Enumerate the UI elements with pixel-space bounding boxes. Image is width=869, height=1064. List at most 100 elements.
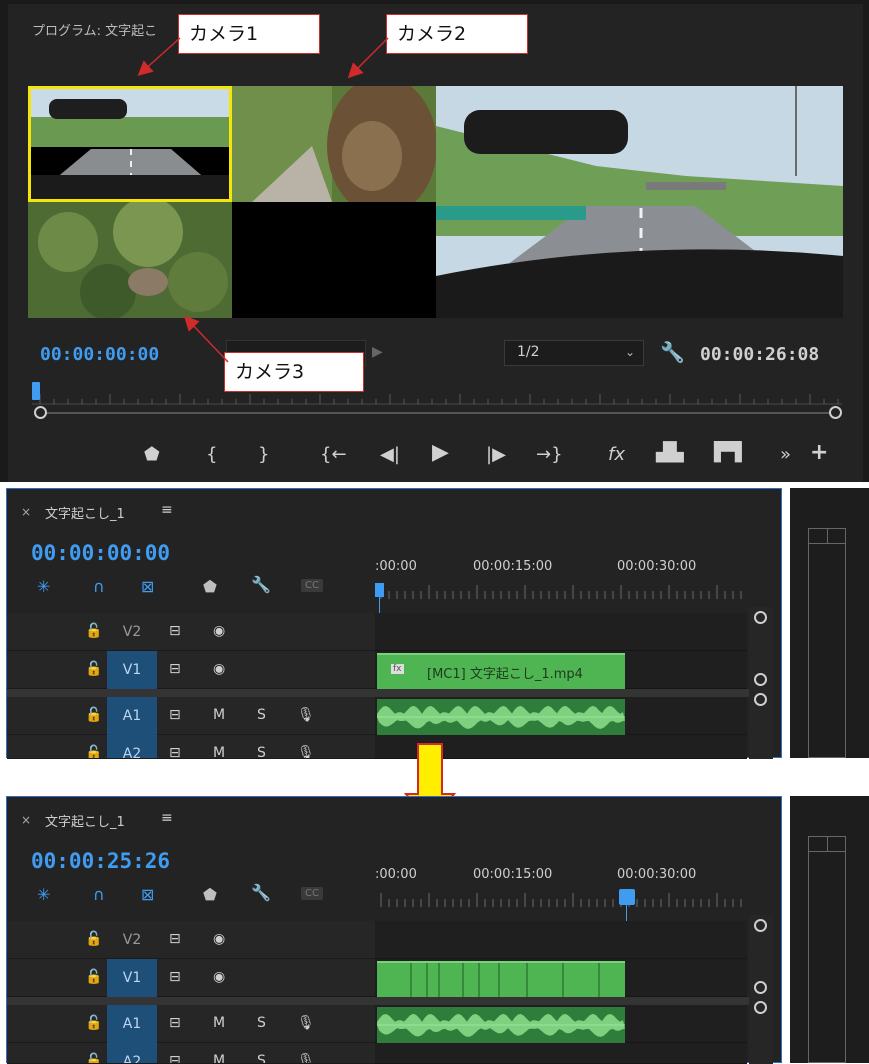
mute-button[interactable]: M <box>213 745 225 758</box>
lane-a2[interactable] <box>375 1043 747 1064</box>
lock-icon[interactable]: 🔓 <box>85 623 102 639</box>
track-header-a1[interactable]: 🔓 A1 ⊟ M S 🎙 <box>7 1005 375 1043</box>
marker-icon[interactable]: ⬟ <box>203 885 217 904</box>
extract-icon[interactable]: ▛▜ <box>714 444 742 462</box>
lane-a1[interactable] <box>375 1005 747 1043</box>
camera3-preview[interactable] <box>28 202 232 318</box>
snap-icon[interactable]: ✳ <box>37 577 50 596</box>
lock-icon[interactable]: 🔓 <box>85 707 102 723</box>
camera1-preview[interactable] <box>28 86 232 202</box>
toggle-sync-icon[interactable]: ⊟ <box>169 745 181 758</box>
solo-button[interactable]: S <box>257 745 266 758</box>
track-name[interactable]: A1 <box>107 1005 157 1043</box>
toggle-sync-icon[interactable]: ⊟ <box>169 623 181 639</box>
mic-icon[interactable]: 🎙 <box>297 745 315 758</box>
wrench-icon[interactable]: 🔧 <box>251 575 271 594</box>
timeline-timecode[interactable]: 00:00:25:26 <box>31 849 170 873</box>
timeline-ruler[interactable]: :00:00 00:00:15:00 00:00:30:00 <box>375 867 747 907</box>
lane-v1[interactable] <box>375 959 747 999</box>
magnet-icon[interactable]: ∩ <box>93 577 105 596</box>
solo-button[interactable]: S <box>257 707 266 723</box>
toggle-sync-icon[interactable]: ⊟ <box>169 1053 181 1063</box>
mic-icon[interactable]: 🎙 <box>297 1053 315 1063</box>
program-mini-ruler[interactable] <box>32 384 842 408</box>
marker-icon[interactable]: ⬟ <box>144 446 160 464</box>
timeline-tab[interactable]: 文字起こし_1 <box>45 811 125 830</box>
lane-a1[interactable] <box>375 697 747 735</box>
solo-button[interactable]: S <box>257 1015 266 1031</box>
mute-button[interactable]: M <box>213 1053 225 1063</box>
timeline-ruler[interactable]: :00:00 00:00:15:00 00:00:30:00 <box>375 559 747 599</box>
magnet-icon[interactable]: ∩ <box>93 885 105 904</box>
track-header-v1[interactable]: 🔓 V1 ⊟ ◉ <box>7 651 375 689</box>
go-to-out-icon[interactable]: →} <box>536 446 563 464</box>
more-icon[interactable]: » <box>780 446 791 464</box>
mute-button[interactable]: M <box>213 1015 225 1031</box>
snap-icon[interactable]: ✳ <box>37 885 50 904</box>
close-icon[interactable]: × <box>21 505 31 519</box>
track-name[interactable]: V1 <box>107 651 157 689</box>
timeline-playhead[interactable] <box>375 583 384 597</box>
track-name[interactable]: A1 <box>107 697 157 735</box>
track-header-v2[interactable]: 🔓 V2 ⊟ ◉ <box>7 613 375 651</box>
lock-icon[interactable]: 🔓 <box>85 969 102 985</box>
audio-clip[interactable] <box>377 1007 625 1043</box>
track-name[interactable]: A2 <box>107 1043 157 1063</box>
solo-button[interactable]: S <box>257 1053 266 1063</box>
track-header-a2[interactable]: 🔓 A2 ⊟ M S 🎙 <box>7 1043 375 1064</box>
video-clip-cut-sequence[interactable] <box>377 961 625 999</box>
eye-icon[interactable]: ◉ <box>213 931 225 947</box>
in-point-icon[interactable]: { <box>206 446 217 464</box>
mute-button[interactable]: M <box>213 707 225 723</box>
timeline-playhead[interactable] <box>619 889 635 905</box>
go-to-in-icon[interactable]: {← <box>320 446 347 464</box>
lock-icon[interactable]: 🔓 <box>85 1053 102 1063</box>
play-icon[interactable]: ▶ <box>432 442 449 464</box>
timeline-timecode[interactable]: 00:00:00:00 <box>31 541 170 565</box>
panel-menu-icon[interactable]: ≡ <box>161 810 173 826</box>
track-header-a2[interactable]: 🔓 A2 ⊟ M S 🎙 <box>7 735 375 759</box>
linked-icon[interactable]: ⊠ <box>141 885 154 904</box>
camera2-preview[interactable] <box>232 86 436 202</box>
mic-icon[interactable]: 🎙 <box>297 1015 315 1031</box>
add-icon[interactable]: + <box>810 442 828 464</box>
panel-menu-icon[interactable]: ≡ <box>161 502 173 518</box>
audio-clip[interactable] <box>377 699 625 735</box>
eye-icon[interactable]: ◉ <box>213 623 225 639</box>
lock-icon[interactable]: 🔓 <box>85 931 102 947</box>
linked-icon[interactable]: ⊠ <box>141 577 154 596</box>
lock-icon[interactable]: 🔓 <box>85 745 102 758</box>
out-point-icon[interactable]: } <box>258 446 269 464</box>
step-back-icon[interactable]: ◀| <box>380 446 400 464</box>
toggle-sync-icon[interactable]: ⊟ <box>169 1015 181 1031</box>
wrench-icon[interactable]: 🔧 <box>660 340 685 364</box>
toggle-sync-icon[interactable]: ⊟ <box>169 931 181 947</box>
wrench-icon[interactable]: 🔧 <box>251 883 271 902</box>
track-name[interactable]: V2 <box>107 921 157 959</box>
lock-icon[interactable]: 🔓 <box>85 661 102 677</box>
program-timecode[interactable]: 00:00:00:00 <box>40 344 159 365</box>
toggle-sync-icon[interactable]: ⊟ <box>169 661 181 677</box>
fx-icon[interactable]: fx <box>608 446 625 464</box>
track-name[interactable]: V1 <box>107 959 157 997</box>
resolution-dropdown[interactable]: 1/2 ⌄ <box>504 340 644 366</box>
track-name[interactable]: V2 <box>107 613 157 651</box>
lane-v1[interactable]: fx [MC1] 文字起こし_1.mp4 <box>375 651 747 689</box>
timeline-tab[interactable]: 文字起こし_1 <box>45 503 125 522</box>
lane-v2[interactable] <box>375 613 747 651</box>
track-header-v1[interactable]: 🔓 V1 ⊟ ◉ <box>7 959 375 997</box>
cc-icon[interactable]: CC <box>301 579 323 592</box>
lock-icon[interactable]: 🔓 <box>85 1015 102 1031</box>
eye-icon[interactable]: ◉ <box>213 661 225 677</box>
toggle-sync-icon[interactable]: ⊟ <box>169 969 181 985</box>
lift-icon[interactable]: ▟▙ <box>656 444 684 462</box>
vertical-scrollbar[interactable] <box>749 915 773 1064</box>
track-name[interactable]: A2 <box>107 735 157 758</box>
lane-v2[interactable] <box>375 921 747 959</box>
multicam-video-frame[interactable] <box>28 86 843 318</box>
video-clip[interactable]: fx [MC1] 文字起こし_1.mp4 <box>377 653 625 689</box>
cc-icon[interactable]: CC <box>301 887 323 900</box>
vertical-scrollbar[interactable] <box>749 607 773 759</box>
mic-icon[interactable]: 🎙 <box>297 707 315 723</box>
toggle-sync-icon[interactable]: ⊟ <box>169 707 181 723</box>
